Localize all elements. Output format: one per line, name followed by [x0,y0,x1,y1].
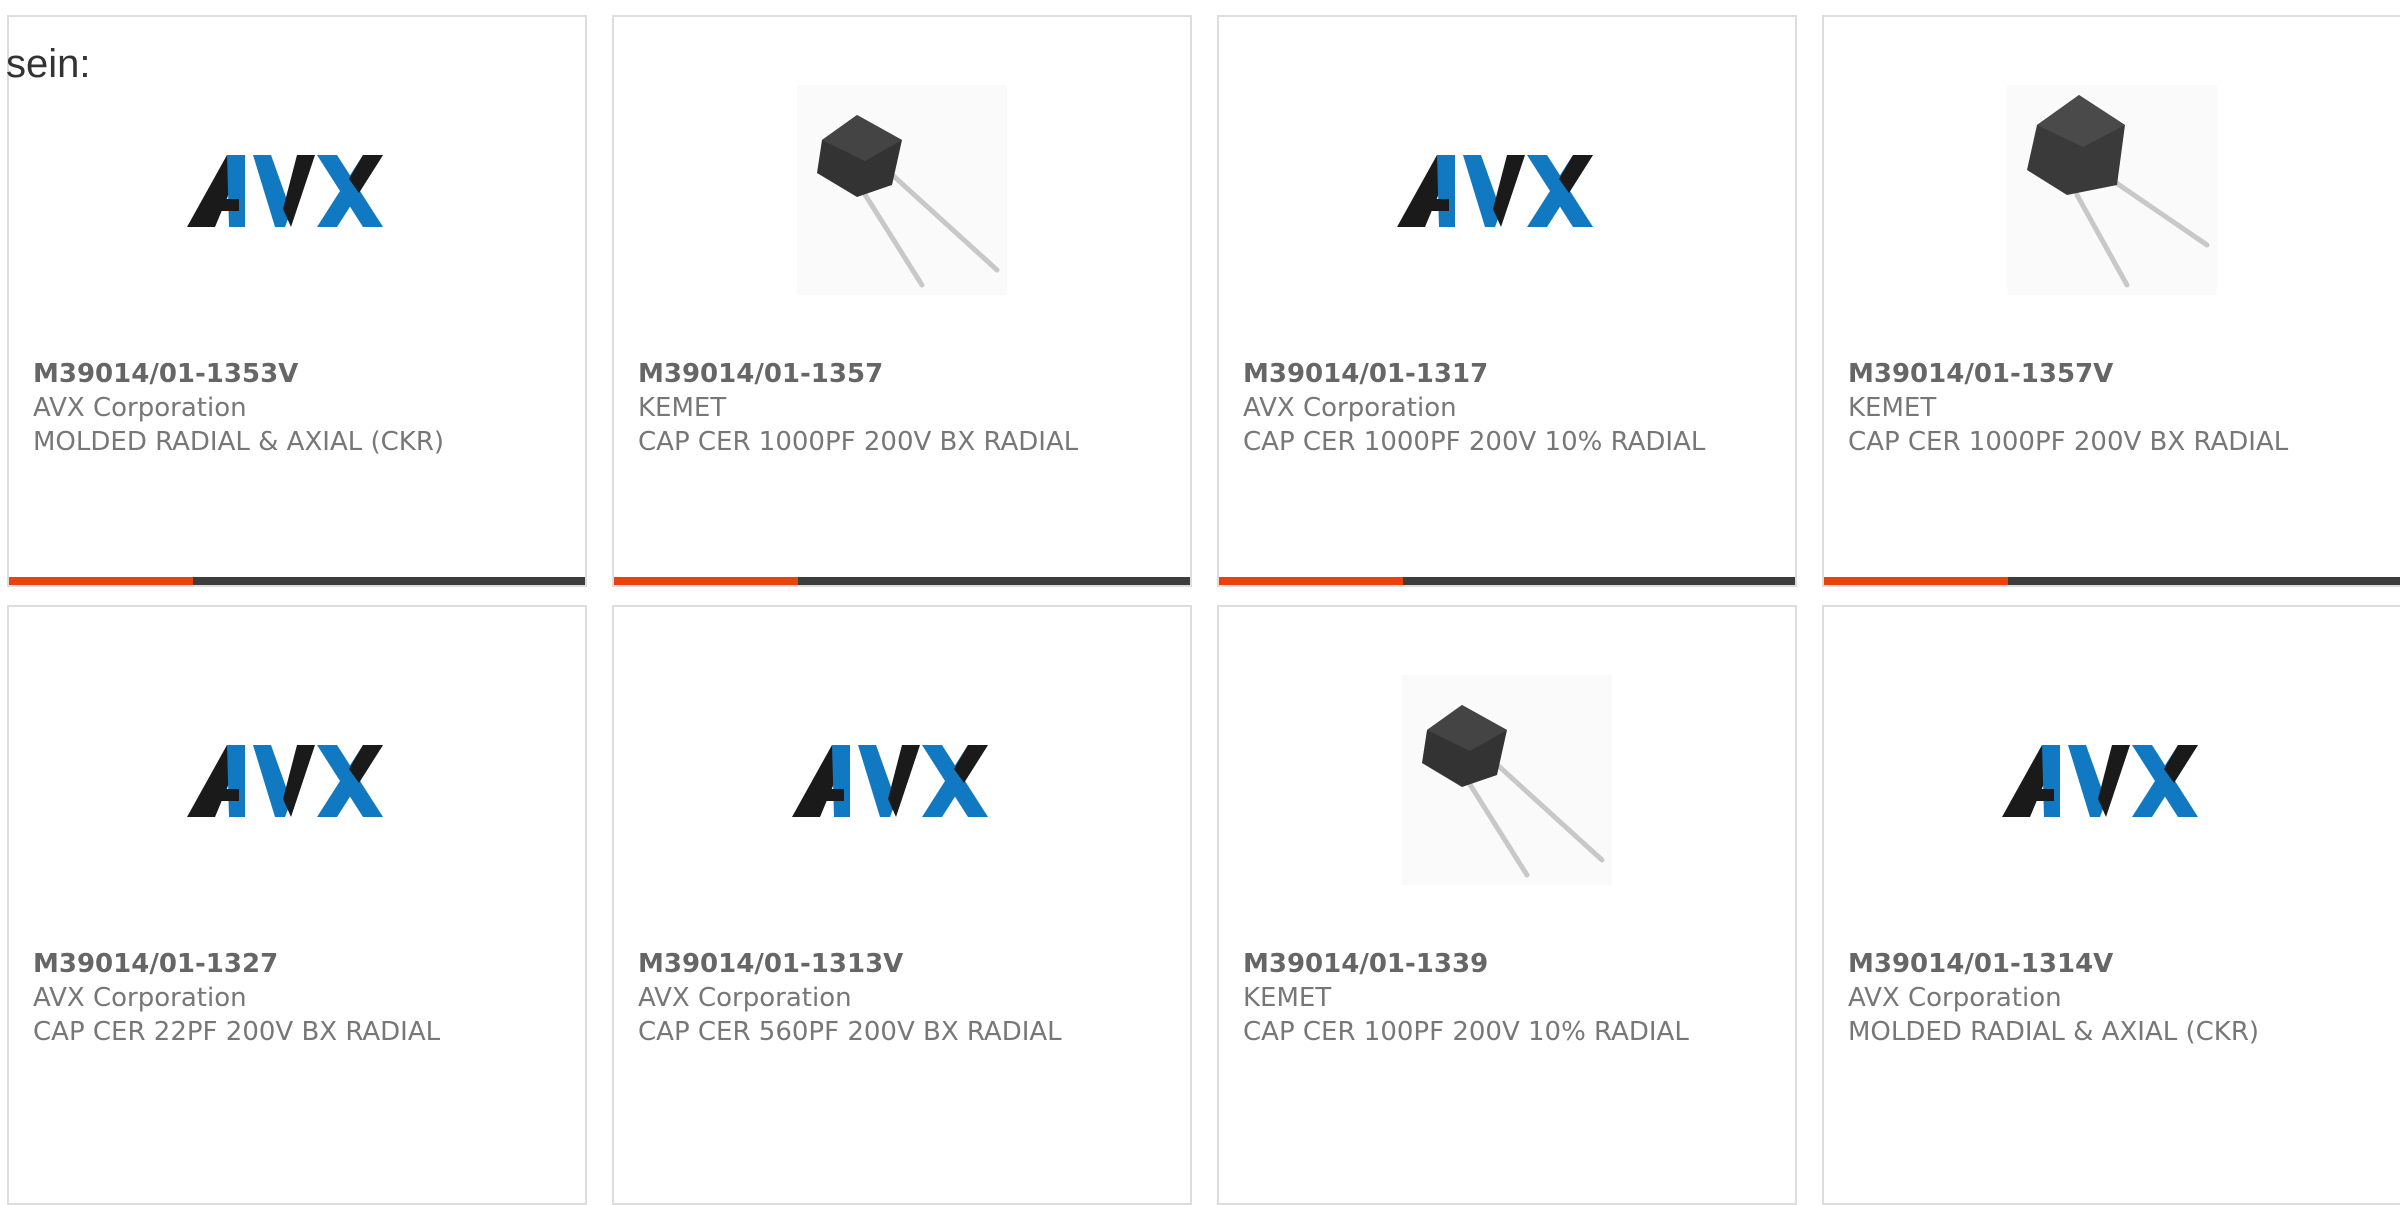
product-description: CAP CER 560PF 200V BX RADIAL [638,1017,1062,1047]
manufacturer-name: KEMET [1848,393,1937,423]
product-image[interactable] [614,85,1190,295]
part-number-link[interactable]: M39014/01-1317 [1243,357,1771,391]
capacitor-photo-icon [1402,675,1612,885]
product-info: M39014/01-1317 AVX Corporation CAP CER 100… [1243,357,1771,459]
part-number-link[interactable]: M39014/01-1339 [1243,947,1771,981]
avx-logo-icon [1397,155,1593,227]
part-number-link[interactable]: M39014/01-1327 [33,947,561,981]
card-progress-bar [614,577,1190,585]
avx-logo-icon [792,745,988,817]
product-image[interactable] [1824,85,2400,295]
avx-logo-icon [187,745,383,817]
product-info: M39014/01-1353V AVX Corporation MOLDED RAD… [33,357,561,459]
product-description: MOLDED RADIAL & AXIAL (CKR) [1848,1017,2260,1047]
card-progress-fill [9,577,194,585]
manufacturer-name: AVX Corporation [1243,393,1457,423]
manufacturer-name: KEMET [1243,983,1332,1013]
card-progress-fill [614,577,799,585]
product-description: CAP CER 1000PF 200V BX RADIAL [1848,427,2289,457]
product-info: M39014/01-1357V KEMET CAP CER 1000PF 200V … [1848,357,2376,459]
product-card[interactable]: M39014/01-1314V AVX Corporation MOLDED RAD… [1822,605,2400,1205]
product-image[interactable] [1219,675,1795,885]
product-info: M39014/01-1314V AVX Corporation MOLDED RAD… [1848,947,2376,1049]
product-card[interactable]: M39014/01-1357V KEMET CAP CER 1000PF 200V … [1822,15,2400,587]
product-info: M39014/01-1327 AVX Corporation CAP CER 22P… [33,947,561,1049]
avx-logo-icon [187,155,383,227]
product-card[interactable]: M39014/01-1357 KEMET CAP CER 1000PF 200V B… [612,15,1192,587]
product-description: CAP CER 1000PF 200V 10% RADIAL [1243,427,1706,457]
product-card[interactable]: M39014/01-1317 AVX Corporation CAP CER 100… [1217,15,1797,587]
product-image[interactable] [1824,739,2400,819]
product-grid: M39014/01-1353V AVX Corporation MOLDED RAD… [0,0,2400,1205]
card-progress-bar [1824,577,2400,585]
capacitor-photo-icon [2007,85,2217,295]
part-number-link[interactable]: M39014/01-1353V [33,357,561,391]
manufacturer-name: AVX Corporation [1848,983,2062,1013]
capacitor-photo-icon [797,85,1007,295]
product-info: M39014/01-1339 KEMET CAP CER 100PF 200V 10… [1243,947,1771,1049]
manufacturer-name: AVX Corporation [33,393,247,423]
product-image[interactable] [9,739,585,819]
part-number-link[interactable]: M39014/01-1357 [638,357,1166,391]
product-card[interactable]: M39014/01-1327 AVX Corporation CAP CER 22P… [7,605,587,1205]
product-info: M39014/01-1313V AVX Corporation CAP CER 56… [638,947,1166,1049]
product-image[interactable] [1219,149,1795,229]
product-description: MOLDED RADIAL & AXIAL (CKR) [33,427,445,457]
card-progress-fill [1824,577,2009,585]
product-card[interactable]: M39014/01-1313V AVX Corporation CAP CER 56… [612,605,1192,1205]
product-image[interactable] [9,149,585,229]
card-progress-bar [1219,577,1795,585]
product-description: CAP CER 1000PF 200V BX RADIAL [638,427,1079,457]
part-number-link[interactable]: M39014/01-1357V [1848,357,2376,391]
manufacturer-name: KEMET [638,393,727,423]
part-number-link[interactable]: M39014/01-1313V [638,947,1166,981]
product-card[interactable]: M39014/01-1339 KEMET CAP CER 100PF 200V 10… [1217,605,1797,1205]
card-progress-fill [1219,577,1404,585]
product-description: CAP CER 100PF 200V 10% RADIAL [1243,1017,1689,1047]
lead-text: sein: [6,42,91,86]
manufacturer-name: AVX Corporation [33,983,247,1013]
product-card[interactable]: M39014/01-1353V AVX Corporation MOLDED RAD… [7,15,587,587]
part-number-link[interactable]: M39014/01-1314V [1848,947,2376,981]
product-description: CAP CER 22PF 200V BX RADIAL [33,1017,441,1047]
card-progress-bar [9,577,585,585]
avx-logo-icon [2002,745,2198,817]
product-info: M39014/01-1357 KEMET CAP CER 1000PF 200V B… [638,357,1166,459]
product-image[interactable] [614,739,1190,819]
manufacturer-name: AVX Corporation [638,983,852,1013]
